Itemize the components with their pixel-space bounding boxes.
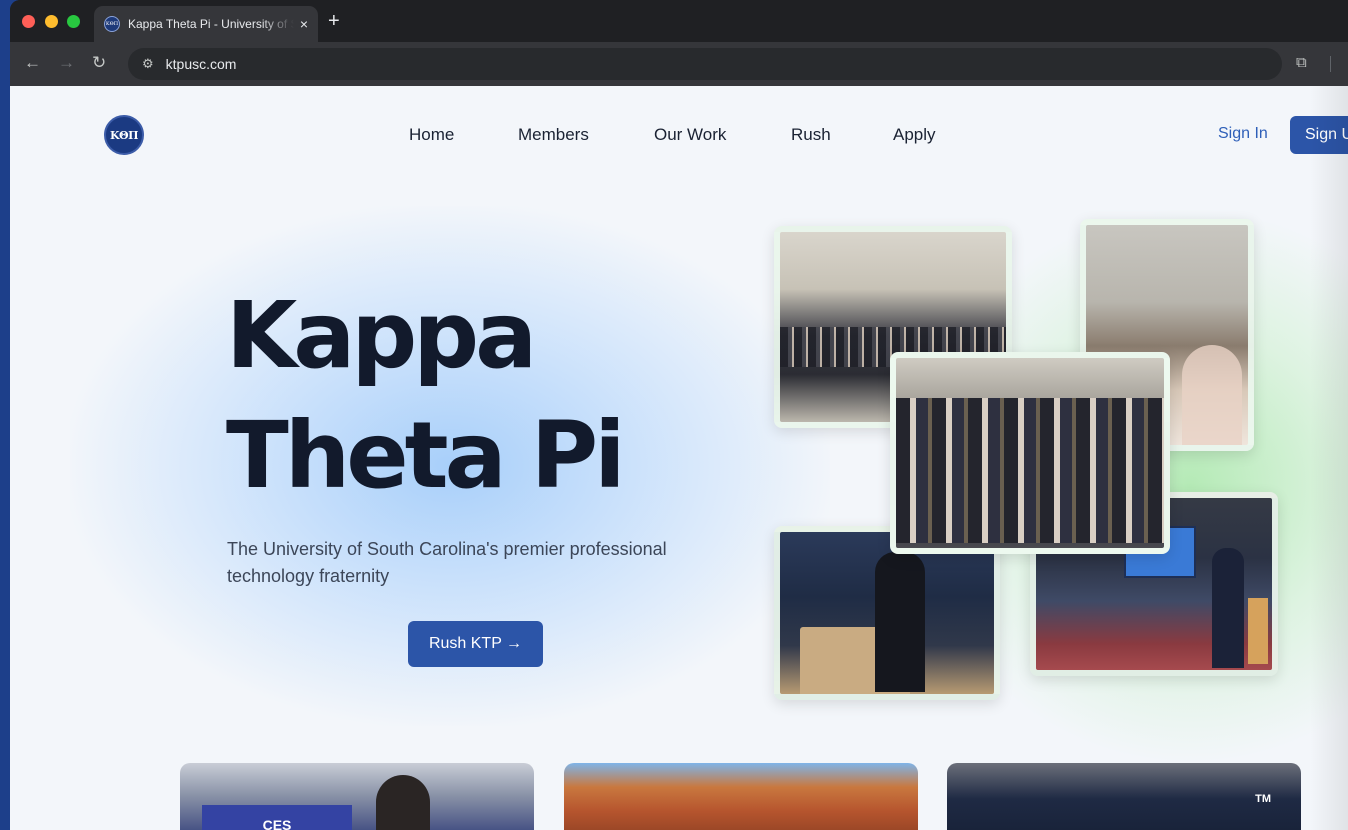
ces-sign: CES bbox=[202, 805, 352, 830]
card-canyon-photo[interactable] bbox=[564, 763, 918, 830]
close-window-button[interactable] bbox=[22, 15, 35, 28]
trademark-label: TM bbox=[1255, 793, 1271, 805]
web-page: ΚΘΠ Home Members Our Work Rush Apply Sig… bbox=[10, 86, 1348, 830]
hero-subtitle: The University of South Carolina's premi… bbox=[227, 539, 667, 586]
card-ces-photo[interactable]: CES bbox=[180, 763, 534, 830]
photo-members-group bbox=[890, 352, 1170, 554]
tab-ktp[interactable]: ΚΘΠ Kappa Theta Pi - University of South… bbox=[94, 6, 318, 42]
back-arrow-icon[interactable]: ← bbox=[24, 52, 41, 74]
sign-in-link[interactable]: Sign In bbox=[1218, 125, 1268, 143]
minimize-window-button[interactable] bbox=[45, 15, 58, 28]
url-text[interactable]: ktpusc.com bbox=[166, 56, 237, 72]
nav-link-members[interactable]: Members bbox=[518, 124, 589, 146]
ces-sign-label: CES bbox=[262, 817, 292, 830]
search-tab-icon[interactable]: ⧉ bbox=[1296, 54, 1307, 71]
forward-arrow-icon[interactable]: → bbox=[58, 52, 75, 74]
reload-icon[interactable]: ↻ bbox=[92, 52, 106, 74]
browser-window: ΚΘΠ Kappa Theta Pi - University of South… bbox=[10, 0, 1348, 830]
hero-title-line-1: Kappa bbox=[226, 282, 537, 389]
new-tab-button[interactable]: + bbox=[328, 10, 340, 32]
tab-strip: ΚΘΠ Kappa Theta Pi - University of South… bbox=[10, 0, 1348, 42]
favicon-icon: ΚΘΠ bbox=[104, 16, 120, 32]
nav-link-apply[interactable]: Apply bbox=[893, 124, 936, 146]
nav-link-our-work[interactable]: Our Work bbox=[654, 124, 726, 146]
person-figure bbox=[376, 775, 430, 830]
maximize-window-button[interactable] bbox=[67, 15, 80, 28]
browser-toolbar: ← → ↻ ⚙ ktpusc.com ⧉ bbox=[10, 42, 1348, 86]
page-edge-shadow bbox=[1310, 86, 1348, 830]
hero-title-line-2: Theta Pi bbox=[226, 402, 626, 509]
close-tab-icon[interactable]: × bbox=[300, 16, 308, 32]
address-bar[interactable]: ⚙ ktpusc.com bbox=[128, 48, 1282, 80]
tab-title: Kappa Theta Pi - University of South Car… bbox=[128, 17, 294, 31]
ktp-logo[interactable]: ΚΘΠ bbox=[104, 115, 144, 155]
card-ces-stage-photo[interactable]: TM bbox=[947, 763, 1301, 830]
rush-ktp-button[interactable]: Rush KTP → bbox=[408, 621, 543, 667]
nav-link-home[interactable]: Home bbox=[409, 124, 454, 146]
toolbar-divider bbox=[1330, 56, 1331, 72]
hero-title: Kappa Theta Pi bbox=[226, 276, 626, 516]
site-settings-icon[interactable]: ⚙ bbox=[142, 56, 154, 72]
nav-link-rush[interactable]: Rush bbox=[791, 124, 831, 146]
